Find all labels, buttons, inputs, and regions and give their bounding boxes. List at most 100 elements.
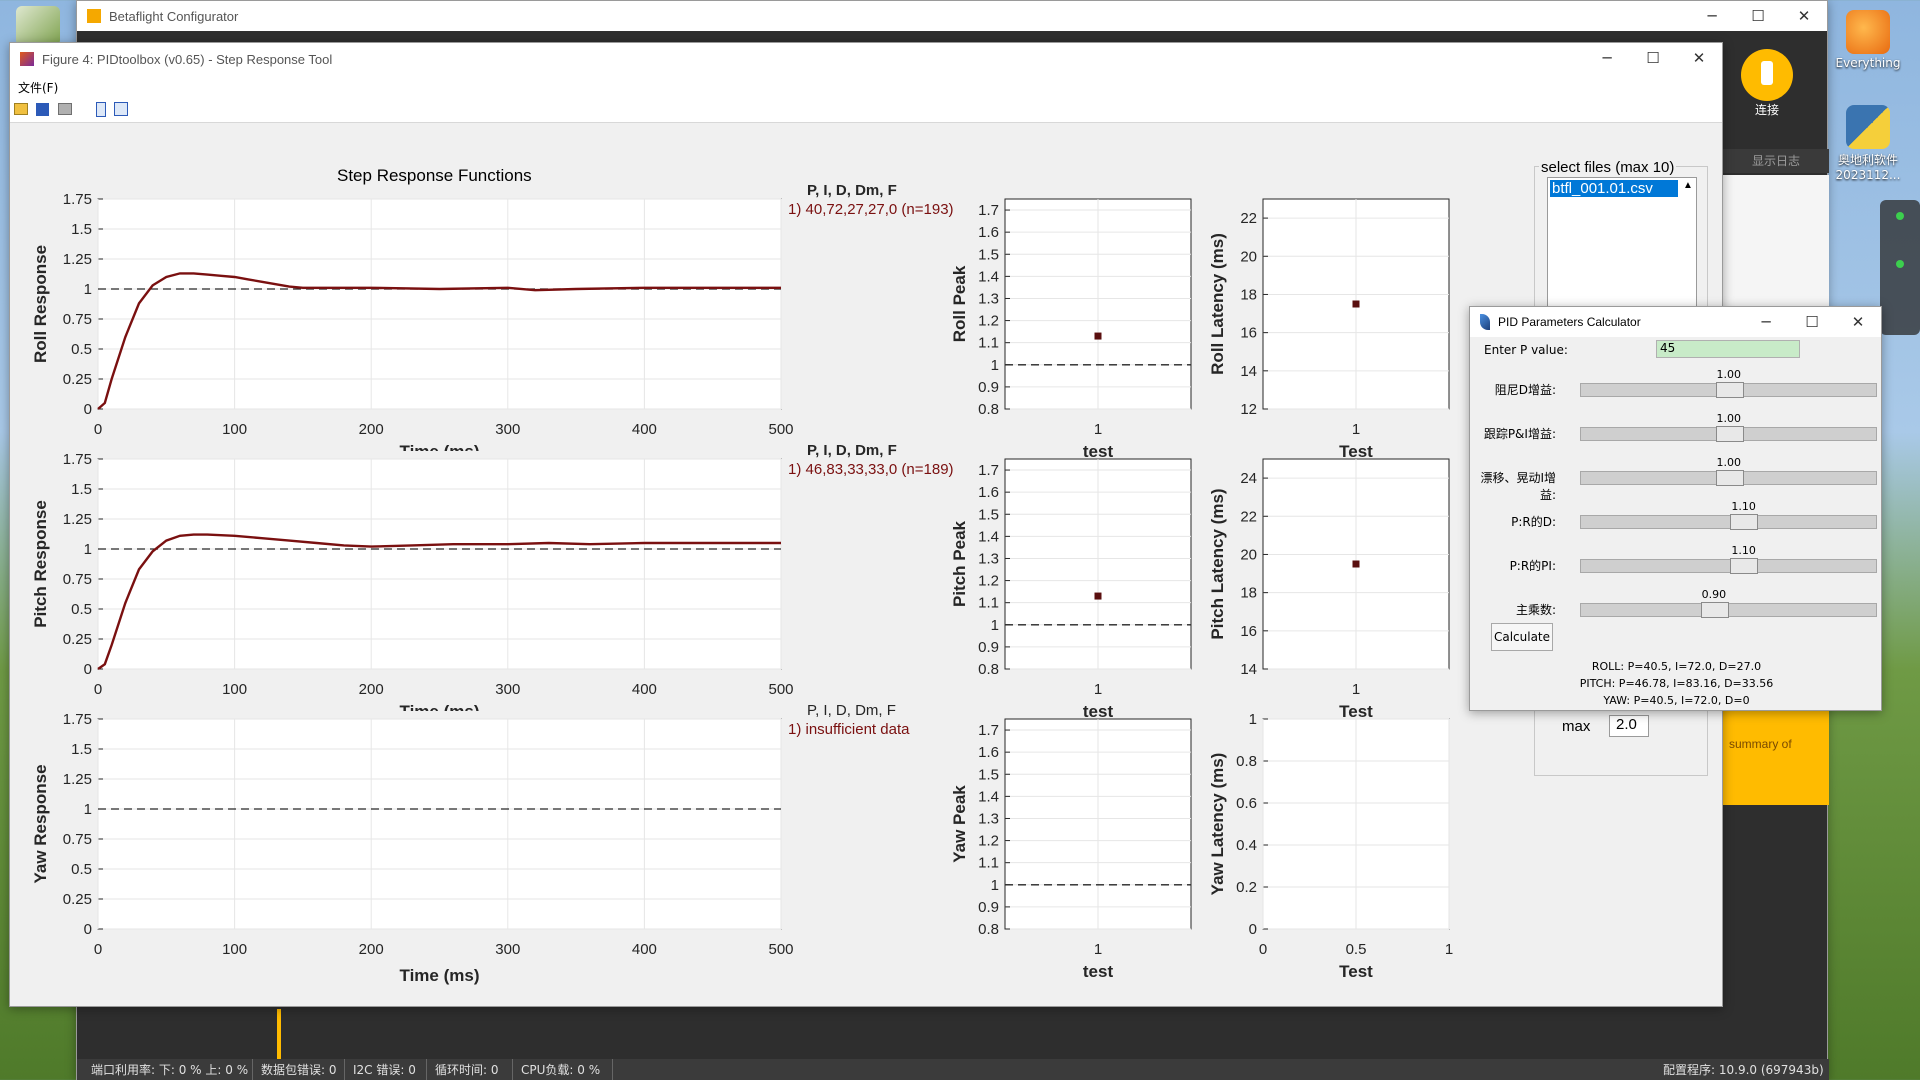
- status-packet-errors: 数据包错误: 0: [253, 1059, 345, 1080]
- y-tick-label: 0.8: [978, 401, 999, 418]
- x-axis-label: test: [1083, 702, 1114, 721]
- minimize-button[interactable]: ─: [1584, 43, 1630, 73]
- x-tick-label: 200: [359, 681, 384, 698]
- plot-area: [97, 198, 782, 410]
- y-tick-label: 16: [1240, 623, 1257, 640]
- x-tick-label: 400: [632, 941, 657, 958]
- y-tick-label: 1.75: [63, 711, 92, 728]
- y-tick-label: 1.5: [978, 506, 999, 523]
- y-axis-label: Yaw Peak: [950, 785, 969, 863]
- x-tick-label: 500: [768, 421, 793, 438]
- y-tick-label: 1: [991, 617, 999, 634]
- close-button[interactable]: ✕: [1835, 307, 1881, 337]
- x-axis-label: Time (ms): [400, 702, 480, 721]
- slider-track[interactable]: [1580, 558, 1877, 574]
- x-tick-label: 0.5: [1346, 941, 1367, 958]
- slider-thumb[interactable]: [1715, 426, 1744, 442]
- slider-thumb[interactable]: [1730, 514, 1759, 530]
- p-value: 45: [1660, 341, 1676, 355]
- menu-bar: 文件(F): [10, 75, 1722, 97]
- calculate-button[interactable]: Calculate: [1491, 623, 1553, 651]
- y-tick-label: 1.3: [978, 550, 999, 567]
- print-icon[interactable]: [58, 103, 72, 115]
- y-tick-label: 0.25: [63, 631, 92, 648]
- y-tick-label: 12: [1240, 401, 1257, 418]
- close-button[interactable]: ✕: [1781, 1, 1827, 31]
- y-tick-label: 20: [1240, 248, 1257, 265]
- y-tick-label: 1.3: [978, 810, 999, 827]
- desktop-icon-partial[interactable]: [16, 6, 60, 46]
- plot-area: [97, 718, 782, 930]
- y-tick-label: 1.5: [71, 741, 92, 758]
- x-tick-label: 0: [1259, 941, 1267, 958]
- y-tick-label: 0.75: [63, 311, 92, 328]
- y-tick-label: 1: [84, 541, 92, 558]
- y-tick-label: 1.2: [978, 833, 999, 850]
- x-axis-label: Test: [1339, 962, 1373, 981]
- x-axis-label: Test: [1339, 702, 1373, 721]
- y-tick-label: 24: [1240, 470, 1257, 487]
- y-tick-label: 0.2: [1236, 879, 1257, 896]
- maximize-button[interactable]: ☐: [1630, 43, 1676, 73]
- y-tick-label: 0.25: [63, 371, 92, 388]
- y-axis-label: Pitch Peak: [950, 520, 969, 607]
- slider-track[interactable]: [1580, 382, 1877, 398]
- maximize-button[interactable]: ☐: [1789, 307, 1835, 337]
- slider-track[interactable]: [1580, 602, 1877, 618]
- x-axis-label: Time (ms): [400, 442, 480, 461]
- slider-thumb[interactable]: [1700, 602, 1729, 618]
- close-button[interactable]: ✕: [1676, 43, 1722, 73]
- x-tick-label: 300: [495, 421, 520, 438]
- menu-file[interactable]: 文件(F): [18, 79, 58, 96]
- y-tick-label: 16: [1240, 325, 1257, 342]
- desktop-icon-python[interactable]: 奥地利软件 2023112...: [1830, 105, 1906, 182]
- slider-thumb[interactable]: [1715, 470, 1744, 486]
- betaflight-titlebar: Betaflight Configurator ─ ☐ ✕: [77, 1, 1827, 31]
- x-tick-label: 100: [222, 421, 247, 438]
- slider-label: P:R的PI:: [1509, 559, 1556, 573]
- figure-title: Figure 4: PIDtoolbox (v0.65) - Step Resp…: [42, 51, 333, 67]
- slider-track[interactable]: [1580, 514, 1877, 530]
- x-axis-label: test: [1083, 962, 1114, 981]
- show-log-tab[interactable]: 显示日志: [1723, 149, 1829, 173]
- minimize-button[interactable]: ─: [1743, 307, 1789, 337]
- x-tick-label: 1: [1094, 941, 1102, 958]
- y-tick-label: 0.25: [63, 891, 92, 908]
- y-tick-label: 1.5: [71, 221, 92, 238]
- result-roll: ROLL: P=40.5, I=72.0, D=27.0: [1591, 660, 1762, 673]
- slider-thumb[interactable]: [1730, 558, 1759, 574]
- x-tick-label: 1: [1094, 421, 1102, 438]
- slider-label: 漂移、晃动I增益:: [1480, 471, 1556, 502]
- window-title: Betaflight Configurator: [109, 8, 239, 24]
- y-tick-label: 1.6: [978, 484, 999, 501]
- y-tick-label: 0.9: [978, 639, 999, 656]
- slider-value: 1.10: [1731, 544, 1756, 557]
- layout-icon[interactable]: [114, 102, 128, 116]
- y-tick-label: 0.6: [1236, 795, 1257, 812]
- p-value-label: Enter P value:: [1484, 343, 1568, 357]
- open-folder-icon[interactable]: [14, 103, 28, 115]
- slider-track[interactable]: [1580, 426, 1877, 442]
- search-icon: [1846, 10, 1890, 54]
- minimize-button[interactable]: ─: [1689, 1, 1735, 31]
- y-tick-label: 1.1: [978, 595, 999, 612]
- desktop-icon-everything[interactable]: Everything: [1830, 10, 1906, 70]
- y-tick-label: 1.4: [978, 528, 999, 545]
- p-value-input[interactable]: 45: [1656, 340, 1800, 358]
- y-axis-label: Pitch Latency (ms): [1208, 488, 1227, 639]
- y-axis-label: Roll Response: [31, 245, 50, 363]
- maximize-button[interactable]: ☐: [1735, 1, 1781, 31]
- python-icon: [1846, 105, 1890, 149]
- panel-icon[interactable]: [96, 102, 106, 117]
- slider-thumb[interactable]: [1715, 382, 1744, 398]
- save-icon[interactable]: [36, 103, 49, 116]
- x-tick-label: 1: [1352, 421, 1360, 438]
- x-axis-label: Test: [1339, 442, 1373, 461]
- y-tick-label: 18: [1240, 585, 1257, 602]
- connect-button[interactable]: 连接: [1737, 49, 1797, 119]
- slider-label: 主乘数:: [1515, 603, 1556, 617]
- slider-track[interactable]: [1580, 470, 1877, 486]
- y-tick-label: 1.5: [978, 246, 999, 263]
- y-tick-label: 1.25: [63, 251, 92, 268]
- status-version: 配置程序: 10.9.0 (697943b): [1663, 1063, 1824, 1077]
